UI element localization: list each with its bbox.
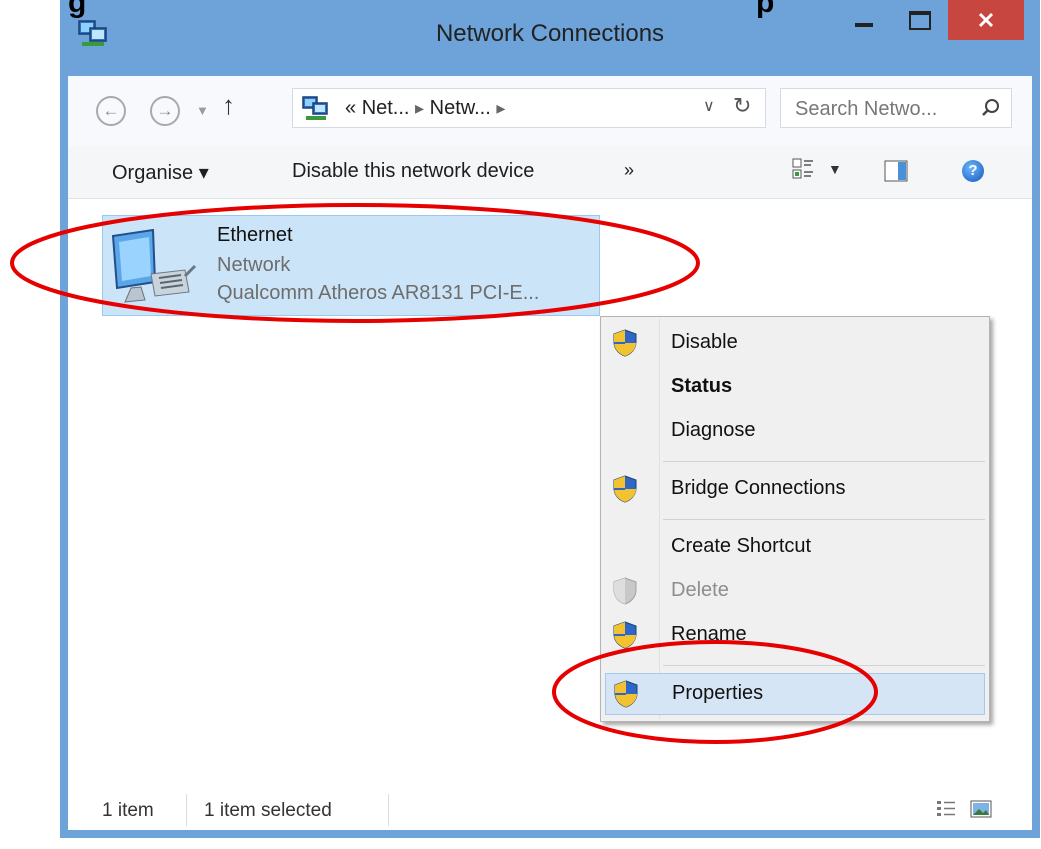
back-arrow-icon: ← xyxy=(102,101,120,120)
refresh-icon: ↻ xyxy=(733,93,752,118)
uac-shield-icon xyxy=(614,680,638,708)
forward-arrow-icon: → xyxy=(156,101,174,120)
help-icon[interactable]: ? xyxy=(962,160,984,182)
chevron-down-icon: ▼ xyxy=(828,161,842,177)
close-button[interactable] xyxy=(948,0,1024,40)
menu-item-status[interactable]: Status xyxy=(605,367,985,407)
menu-item-label: Create Shortcut xyxy=(671,535,812,557)
instruction-text-partial: g p xyxy=(68,0,774,20)
partial-heading-left: g xyxy=(68,0,87,19)
item-name: Ethernet xyxy=(217,224,293,246)
menu-item-label: Status xyxy=(671,375,733,397)
breadcrumb-item-network-connections[interactable]: Netw... xyxy=(430,97,491,119)
menu-item-create-shortcut[interactable]: Create Shortcut xyxy=(605,527,985,567)
maximize-icon xyxy=(909,10,931,30)
address-bar: ← → ▼ ↑ « Net... ▸ Netw... ▸ ∨ ↻ Search … xyxy=(68,76,1032,146)
large-icons-view-icon xyxy=(970,800,992,818)
back-button[interactable]: ← xyxy=(96,96,126,126)
minimize-icon xyxy=(855,23,873,27)
menu-item-label: Disable xyxy=(671,331,738,353)
preview-pane-icon xyxy=(884,160,908,182)
status-divider xyxy=(186,794,187,826)
change-view-button[interactable]: ▼ xyxy=(792,158,842,180)
ethernet-adapter-icon xyxy=(111,228,197,303)
breadcrumb-separator-icon[interactable]: ▸ xyxy=(415,98,424,118)
item-type: Network xyxy=(217,254,291,276)
uac-shield-icon xyxy=(613,329,637,357)
title-bar[interactable]: Network Connections xyxy=(60,0,1040,76)
menu-item-bridge-connections[interactable]: Bridge Connections xyxy=(605,469,985,509)
large-icons-view-button[interactable] xyxy=(970,800,992,823)
breadcrumb-separator-icon[interactable]: ▸ xyxy=(496,98,505,118)
menu-item-label: Delete xyxy=(671,579,729,601)
menu-item-label: Properties xyxy=(672,682,764,704)
chevron-down-icon: ▼ xyxy=(196,103,209,118)
up-arrow-icon: ↑ xyxy=(222,90,235,120)
menu-separator xyxy=(663,665,985,666)
list-item-ethernet[interactable]: Ethernet Network Qualcomm Atheros AR8131… xyxy=(102,215,600,316)
menu-item-label: Rename xyxy=(671,623,747,645)
status-bar: 1 item 1 item selected xyxy=(68,790,1032,830)
context-menu: Disable Status Diagnose Bridge Connectio… xyxy=(600,316,990,722)
minimize-button[interactable] xyxy=(836,0,892,40)
organise-button[interactable]: Organise ▾ xyxy=(112,160,209,185)
status-divider xyxy=(388,794,389,826)
refresh-button[interactable]: ↻ xyxy=(733,93,751,119)
close-icon xyxy=(978,12,994,28)
uac-shield-icon-disabled xyxy=(613,577,637,605)
up-button[interactable]: ↑ xyxy=(222,90,235,121)
status-item-count: 1 item xyxy=(102,800,154,821)
menu-item-label: Diagnose xyxy=(671,419,756,441)
more-commands-button[interactable]: » xyxy=(624,160,634,181)
view-options-icon xyxy=(792,158,813,179)
menu-item-disable[interactable]: Disable xyxy=(605,323,985,363)
breadcrumb[interactable]: « Net... ▸ Netw... ▸ ∨ ↻ xyxy=(292,88,766,128)
search-box xyxy=(780,88,1012,129)
recent-locations-button[interactable]: ▼ xyxy=(196,96,209,126)
details-view-button[interactable] xyxy=(936,800,956,823)
breadcrumb-item-network[interactable]: Net... xyxy=(362,97,410,119)
menu-separator xyxy=(663,461,985,462)
breadcrumb-overflow[interactable]: « xyxy=(345,97,356,119)
preview-pane-button[interactable] xyxy=(884,160,908,187)
menu-item-rename[interactable]: Rename xyxy=(605,615,985,655)
uac-shield-icon xyxy=(613,621,637,649)
menu-item-properties[interactable]: Properties xyxy=(605,673,985,715)
menu-item-diagnose[interactable]: Diagnose xyxy=(605,411,985,451)
chevron-down-icon: ∨ xyxy=(703,98,715,115)
network-connections-icon xyxy=(302,96,328,120)
command-bar: Organise ▾ Disable this network device »… xyxy=(68,146,1032,199)
search-icon[interactable] xyxy=(981,98,1001,118)
address-dropdown-button[interactable]: ∨ xyxy=(703,96,715,116)
search-input[interactable] xyxy=(781,89,993,129)
status-selected-count: 1 item selected xyxy=(204,800,332,821)
menu-separator xyxy=(663,519,985,520)
item-device: Qualcomm Atheros AR8131 PCI-E... xyxy=(217,282,540,304)
partial-heading-right: p xyxy=(756,0,775,19)
forward-button[interactable]: → xyxy=(150,96,180,126)
menu-item-delete: Delete xyxy=(605,571,985,611)
menu-item-label: Bridge Connections xyxy=(671,477,846,499)
details-view-icon xyxy=(937,801,955,816)
maximize-button[interactable] xyxy=(892,0,948,40)
uac-shield-icon xyxy=(613,475,637,503)
breadcrumb-path: « Net... ▸ Netw... ▸ xyxy=(345,97,505,120)
disable-network-device-button[interactable]: Disable this network device xyxy=(292,160,534,183)
